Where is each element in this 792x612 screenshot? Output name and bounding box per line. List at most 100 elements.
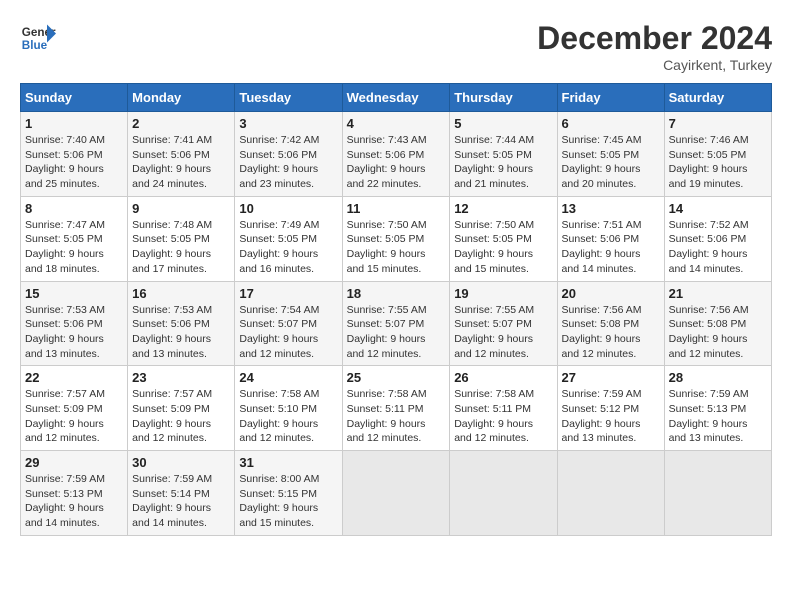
day-number: 8 <box>25 201 123 216</box>
day-info: Sunrise: 7:50 AM Sunset: 5:05 PM Dayligh… <box>454 218 552 277</box>
day-cell-29: 29 Sunrise: 7:59 AM Sunset: 5:13 PM Dayl… <box>21 451 128 536</box>
day-cell-18: 18 Sunrise: 7:55 AM Sunset: 5:07 PM Dayl… <box>342 281 450 366</box>
calendar-row: 1 Sunrise: 7:40 AM Sunset: 5:06 PM Dayli… <box>21 112 772 197</box>
col-wednesday: Wednesday <box>342 84 450 112</box>
empty-cell <box>664 451 771 536</box>
day-number: 1 <box>25 116 123 131</box>
day-info: Sunrise: 7:44 AM Sunset: 5:05 PM Dayligh… <box>454 133 552 192</box>
day-cell-19: 19 Sunrise: 7:55 AM Sunset: 5:07 PM Dayl… <box>450 281 557 366</box>
calendar-row: 29 Sunrise: 7:59 AM Sunset: 5:13 PM Dayl… <box>21 451 772 536</box>
day-number: 9 <box>132 201 230 216</box>
logo: General Blue <box>20 20 56 56</box>
day-cell-17: 17 Sunrise: 7:54 AM Sunset: 5:07 PM Dayl… <box>235 281 342 366</box>
col-monday: Monday <box>128 84 235 112</box>
day-info: Sunrise: 7:57 AM Sunset: 5:09 PM Dayligh… <box>25 387 123 446</box>
empty-cell <box>342 451 450 536</box>
day-number: 3 <box>239 116 337 131</box>
day-info: Sunrise: 7:48 AM Sunset: 5:05 PM Dayligh… <box>132 218 230 277</box>
col-thursday: Thursday <box>450 84 557 112</box>
day-info: Sunrise: 7:53 AM Sunset: 5:06 PM Dayligh… <box>132 303 230 362</box>
day-number: 5 <box>454 116 552 131</box>
header-row: Sunday Monday Tuesday Wednesday Thursday… <box>21 84 772 112</box>
day-number: 2 <box>132 116 230 131</box>
day-info: Sunrise: 7:56 AM Sunset: 5:08 PM Dayligh… <box>669 303 767 362</box>
day-cell-5: 5 Sunrise: 7:44 AM Sunset: 5:05 PM Dayli… <box>450 112 557 197</box>
calendar-table: Sunday Monday Tuesday Wednesday Thursday… <box>20 83 772 536</box>
day-cell-16: 16 Sunrise: 7:53 AM Sunset: 5:06 PM Dayl… <box>128 281 235 366</box>
day-cell-27: 27 Sunrise: 7:59 AM Sunset: 5:12 PM Dayl… <box>557 366 664 451</box>
day-cell-31: 31 Sunrise: 8:00 AM Sunset: 5:15 PM Dayl… <box>235 451 342 536</box>
col-saturday: Saturday <box>664 84 771 112</box>
page-header: General Blue December 2024 Cayirkent, Tu… <box>20 20 772 73</box>
calendar-row: 8 Sunrise: 7:47 AM Sunset: 5:05 PM Dayli… <box>21 196 772 281</box>
day-info: Sunrise: 8:00 AM Sunset: 5:15 PM Dayligh… <box>239 472 337 531</box>
calendar-row: 15 Sunrise: 7:53 AM Sunset: 5:06 PM Dayl… <box>21 281 772 366</box>
day-info: Sunrise: 7:58 AM Sunset: 5:11 PM Dayligh… <box>347 387 446 446</box>
day-number: 21 <box>669 286 767 301</box>
day-info: Sunrise: 7:59 AM Sunset: 5:12 PM Dayligh… <box>562 387 660 446</box>
day-cell-22: 22 Sunrise: 7:57 AM Sunset: 5:09 PM Dayl… <box>21 366 128 451</box>
col-tuesday: Tuesday <box>235 84 342 112</box>
day-info: Sunrise: 7:52 AM Sunset: 5:06 PM Dayligh… <box>669 218 767 277</box>
empty-cell <box>557 451 664 536</box>
day-number: 30 <box>132 455 230 470</box>
day-info: Sunrise: 7:40 AM Sunset: 5:06 PM Dayligh… <box>25 133 123 192</box>
day-number: 26 <box>454 370 552 385</box>
day-number: 10 <box>239 201 337 216</box>
day-number: 6 <box>562 116 660 131</box>
day-info: Sunrise: 7:41 AM Sunset: 5:06 PM Dayligh… <box>132 133 230 192</box>
day-number: 31 <box>239 455 337 470</box>
day-number: 18 <box>347 286 446 301</box>
day-info: Sunrise: 7:42 AM Sunset: 5:06 PM Dayligh… <box>239 133 337 192</box>
day-info: Sunrise: 7:59 AM Sunset: 5:13 PM Dayligh… <box>669 387 767 446</box>
month-title: December 2024 <box>537 20 772 57</box>
day-cell-24: 24 Sunrise: 7:58 AM Sunset: 5:10 PM Dayl… <box>235 366 342 451</box>
day-cell-20: 20 Sunrise: 7:56 AM Sunset: 5:08 PM Dayl… <box>557 281 664 366</box>
day-info: Sunrise: 7:49 AM Sunset: 5:05 PM Dayligh… <box>239 218 337 277</box>
day-cell-13: 13 Sunrise: 7:51 AM Sunset: 5:06 PM Dayl… <box>557 196 664 281</box>
empty-cell <box>450 451 557 536</box>
day-number: 24 <box>239 370 337 385</box>
day-cell-3: 3 Sunrise: 7:42 AM Sunset: 5:06 PM Dayli… <box>235 112 342 197</box>
calendar-row: 22 Sunrise: 7:57 AM Sunset: 5:09 PM Dayl… <box>21 366 772 451</box>
day-number: 27 <box>562 370 660 385</box>
day-number: 4 <box>347 116 446 131</box>
day-cell-9: 9 Sunrise: 7:48 AM Sunset: 5:05 PM Dayli… <box>128 196 235 281</box>
day-cell-26: 26 Sunrise: 7:58 AM Sunset: 5:11 PM Dayl… <box>450 366 557 451</box>
day-info: Sunrise: 7:50 AM Sunset: 5:05 PM Dayligh… <box>347 218 446 277</box>
day-number: 15 <box>25 286 123 301</box>
day-number: 12 <box>454 201 552 216</box>
day-info: Sunrise: 7:55 AM Sunset: 5:07 PM Dayligh… <box>347 303 446 362</box>
day-cell-4: 4 Sunrise: 7:43 AM Sunset: 5:06 PM Dayli… <box>342 112 450 197</box>
day-cell-28: 28 Sunrise: 7:59 AM Sunset: 5:13 PM Dayl… <box>664 366 771 451</box>
day-cell-7: 7 Sunrise: 7:46 AM Sunset: 5:05 PM Dayli… <box>664 112 771 197</box>
day-cell-10: 10 Sunrise: 7:49 AM Sunset: 5:05 PM Dayl… <box>235 196 342 281</box>
day-number: 19 <box>454 286 552 301</box>
day-cell-1: 1 Sunrise: 7:40 AM Sunset: 5:06 PM Dayli… <box>21 112 128 197</box>
day-cell-14: 14 Sunrise: 7:52 AM Sunset: 5:06 PM Dayl… <box>664 196 771 281</box>
day-number: 22 <box>25 370 123 385</box>
day-number: 20 <box>562 286 660 301</box>
day-number: 29 <box>25 455 123 470</box>
day-number: 28 <box>669 370 767 385</box>
svg-text:Blue: Blue <box>22 39 48 52</box>
day-number: 16 <box>132 286 230 301</box>
day-number: 7 <box>669 116 767 131</box>
day-info: Sunrise: 7:43 AM Sunset: 5:06 PM Dayligh… <box>347 133 446 192</box>
day-info: Sunrise: 7:54 AM Sunset: 5:07 PM Dayligh… <box>239 303 337 362</box>
day-number: 17 <box>239 286 337 301</box>
day-info: Sunrise: 7:46 AM Sunset: 5:05 PM Dayligh… <box>669 133 767 192</box>
day-cell-12: 12 Sunrise: 7:50 AM Sunset: 5:05 PM Dayl… <box>450 196 557 281</box>
day-info: Sunrise: 7:55 AM Sunset: 5:07 PM Dayligh… <box>454 303 552 362</box>
day-info: Sunrise: 7:45 AM Sunset: 5:05 PM Dayligh… <box>562 133 660 192</box>
day-info: Sunrise: 7:57 AM Sunset: 5:09 PM Dayligh… <box>132 387 230 446</box>
day-cell-2: 2 Sunrise: 7:41 AM Sunset: 5:06 PM Dayli… <box>128 112 235 197</box>
day-info: Sunrise: 7:47 AM Sunset: 5:05 PM Dayligh… <box>25 218 123 277</box>
day-cell-8: 8 Sunrise: 7:47 AM Sunset: 5:05 PM Dayli… <box>21 196 128 281</box>
day-number: 23 <box>132 370 230 385</box>
day-number: 14 <box>669 201 767 216</box>
day-info: Sunrise: 7:53 AM Sunset: 5:06 PM Dayligh… <box>25 303 123 362</box>
location-subtitle: Cayirkent, Turkey <box>537 57 772 73</box>
day-number: 11 <box>347 201 446 216</box>
day-cell-23: 23 Sunrise: 7:57 AM Sunset: 5:09 PM Dayl… <box>128 366 235 451</box>
